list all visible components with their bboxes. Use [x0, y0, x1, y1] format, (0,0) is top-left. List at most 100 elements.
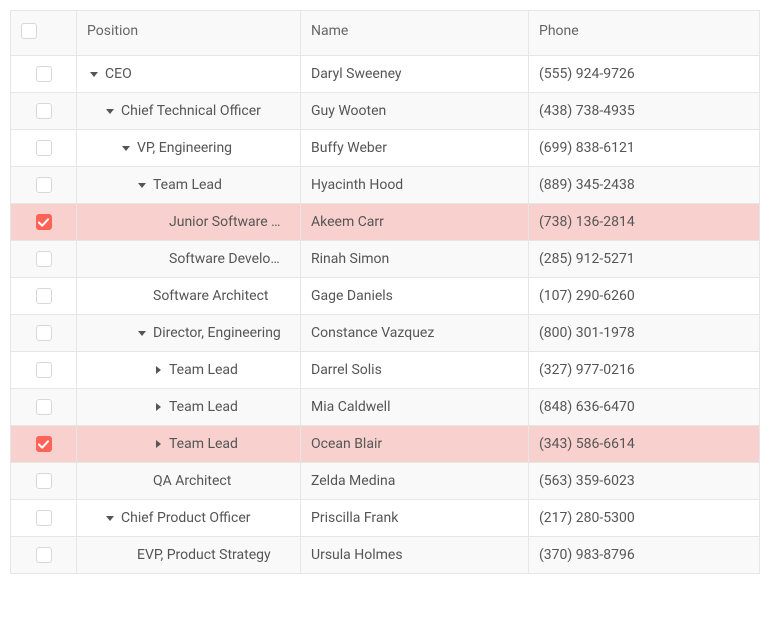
position-label: QA Architect: [153, 473, 231, 489]
row-checkbox[interactable]: [36, 547, 52, 563]
table-row[interactable]: Junior Software … Akeem Carr (738) 136-281…: [11, 204, 759, 241]
position-label: Team Lead: [153, 177, 222, 193]
expand-toggle[interactable]: [151, 440, 165, 448]
header-name[interactable]: Name: [301, 11, 529, 55]
phone-cell: (699) 838-6121: [529, 130, 759, 166]
row-checkbox[interactable]: [36, 66, 52, 82]
collapse-toggle[interactable]: [103, 107, 117, 115]
phone-cell: (343) 586-6614: [529, 426, 759, 462]
name-label: Priscilla Frank: [311, 510, 398, 526]
phone-label: (555) 924-9726: [539, 66, 635, 82]
row-checkbox[interactable]: [36, 288, 52, 304]
phone-cell: (370) 983-8796: [529, 537, 759, 573]
position-label: Team Lead: [169, 362, 238, 378]
table-row[interactable]: Director, Engineering Constance Vazquez (8…: [11, 315, 759, 352]
table-row[interactable]: QA Architect Zelda Medina(563) 359-6023: [11, 463, 759, 500]
checkbox-cell: [11, 130, 77, 166]
name-cell: Guy Wooten: [301, 93, 529, 129]
table-row[interactable]: Team LeadMia Caldwell(848) 636-6470: [11, 389, 759, 426]
expand-toggle[interactable]: [151, 403, 165, 411]
row-checkbox[interactable]: [36, 325, 52, 341]
collapse-toggle[interactable]: [135, 181, 149, 189]
phone-label: (107) 290-6260: [539, 288, 635, 304]
checkbox-cell: [11, 463, 77, 499]
select-all-checkbox[interactable]: [21, 23, 37, 39]
header-phone[interactable]: Phone: [529, 11, 759, 55]
position-label: Chief Technical Officer: [121, 103, 261, 119]
caret-down-icon: [90, 70, 98, 78]
row-checkbox[interactable]: [36, 510, 52, 526]
position-cell: Director, Engineering: [77, 315, 301, 351]
name-label: Ursula Holmes: [311, 547, 403, 563]
position-cell: Software Architect: [77, 278, 301, 314]
position-label: Team Lead: [169, 399, 238, 415]
name-cell: Buffy Weber: [301, 130, 529, 166]
name-cell: Ursula Holmes: [301, 537, 529, 573]
phone-label: (699) 838-6121: [539, 140, 635, 156]
name-cell: Zelda Medina: [301, 463, 529, 499]
row-checkbox[interactable]: [36, 177, 52, 193]
phone-cell: (738) 136-2814: [529, 204, 759, 240]
name-label: Constance Vazquez: [311, 325, 434, 341]
name-cell: Rinah Simon: [301, 241, 529, 277]
position-cell: Software Develo…: [77, 241, 301, 277]
table-row[interactable]: Software ArchitectGage Daniels(107) 290-…: [11, 278, 759, 315]
row-checkbox[interactable]: [36, 473, 52, 489]
check-icon: [38, 439, 49, 450]
name-cell: Priscilla Frank: [301, 500, 529, 536]
row-checkbox[interactable]: [36, 436, 52, 452]
table-row[interactable]: CEODaryl Sweeney(555) 924-9726: [11, 56, 759, 93]
collapse-toggle[interactable]: [87, 70, 101, 78]
checkbox-cell: [11, 537, 77, 573]
phone-cell: (107) 290-6260: [529, 278, 759, 314]
row-checkbox[interactable]: [36, 362, 52, 378]
name-label: Ocean Blair: [311, 436, 382, 452]
expand-toggle[interactable]: [151, 366, 165, 374]
name-label: Akeem Carr: [311, 214, 384, 230]
position-label: Software Architect: [153, 288, 269, 304]
table-row[interactable]: Software Develo…Rinah Simon(285) 912-527…: [11, 241, 759, 278]
collapse-toggle[interactable]: [103, 514, 117, 522]
checkbox-cell: [11, 389, 77, 425]
header-position[interactable]: Position: [77, 11, 301, 55]
table-row[interactable]: VP, EngineeringBuffy Weber (699) 838-6121: [11, 130, 759, 167]
phone-cell: (848) 636-6470: [529, 389, 759, 425]
name-cell: Constance Vazquez: [301, 315, 529, 351]
table-row[interactable]: Team LeadHyacinth Hood(889) 345-2438: [11, 167, 759, 204]
collapse-toggle[interactable]: [135, 329, 149, 337]
table-row[interactable]: Team Lead Ocean Blair (343) 586-6614: [11, 426, 759, 463]
name-label: Daryl Sweeney: [311, 66, 402, 82]
position-cell: Junior Software …: [77, 204, 301, 240]
caret-down-icon: [122, 144, 130, 152]
row-checkbox[interactable]: [36, 140, 52, 156]
row-checkbox[interactable]: [36, 103, 52, 119]
position-cell: Team Lead: [77, 426, 301, 462]
position-cell: QA Architect: [77, 463, 301, 499]
phone-cell: (800) 301-1978: [529, 315, 759, 351]
table-row[interactable]: Team LeadDarrel Solis(327) 977-0216: [11, 352, 759, 389]
table-row[interactable]: EVP, Product Strategy Ursula Holmes (370) …: [11, 537, 759, 573]
checkbox-cell: [11, 352, 77, 388]
row-checkbox[interactable]: [36, 399, 52, 415]
position-label: Team Lead: [169, 436, 238, 452]
table-row[interactable]: Chief Product OfficerPriscilla Frank(217…: [11, 500, 759, 537]
row-checkbox[interactable]: [36, 251, 52, 267]
phone-cell: (563) 359-6023: [529, 463, 759, 499]
checkbox-cell: [11, 426, 77, 462]
phone-cell: (327) 977-0216: [529, 352, 759, 388]
position-cell: VP, Engineering: [77, 130, 301, 166]
header-checkbox-cell: [11, 11, 77, 55]
row-checkbox[interactable]: [36, 214, 52, 230]
position-cell: EVP, Product Strategy: [77, 537, 301, 573]
checkbox-cell: [11, 500, 77, 536]
name-label: Guy Wooten: [311, 103, 386, 119]
position-label: Junior Software …: [169, 214, 281, 230]
checkbox-cell: [11, 167, 77, 203]
phone-cell: (217) 280-5300: [529, 500, 759, 536]
name-label: Rinah Simon: [311, 251, 389, 267]
caret-right-icon: [154, 440, 162, 448]
rows-container: CEODaryl Sweeney(555) 924-9726Chief Tech…: [11, 56, 759, 573]
caret-down-icon: [106, 514, 114, 522]
table-row[interactable]: Chief Technical OfficerGuy Wooten(438) 7…: [11, 93, 759, 130]
collapse-toggle[interactable]: [119, 144, 133, 152]
